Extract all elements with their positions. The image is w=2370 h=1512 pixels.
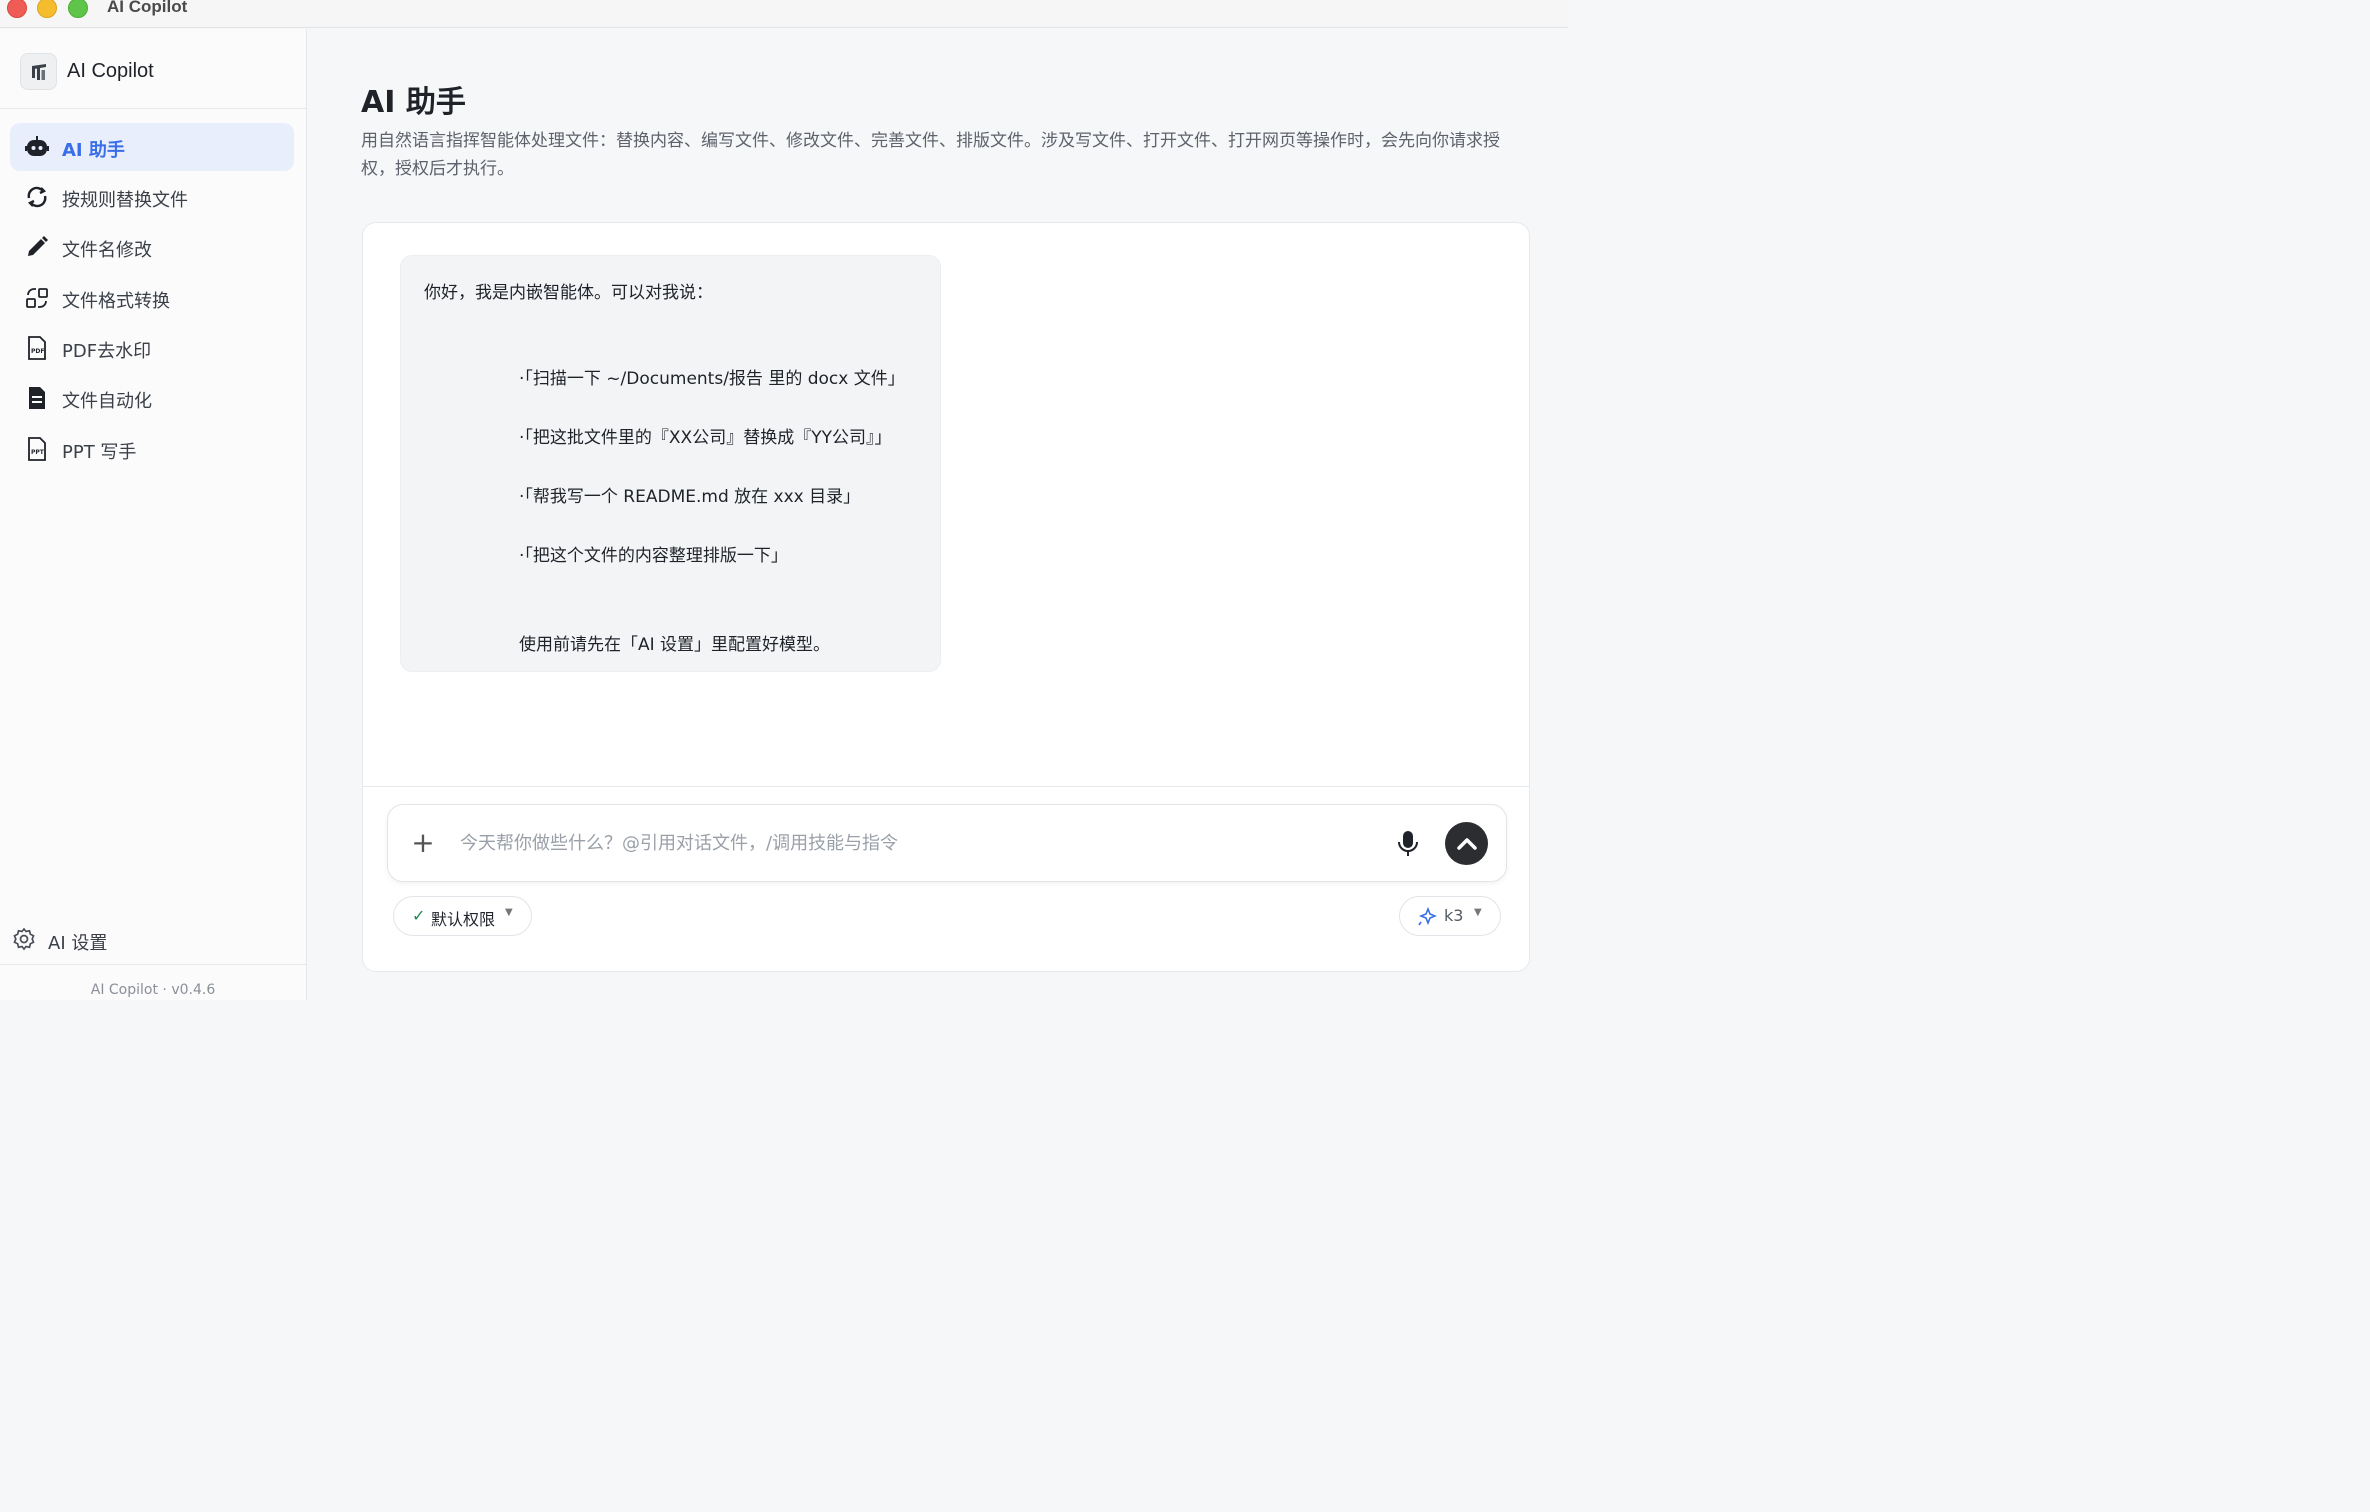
title-bar: AI Copilot [0, 0, 1568, 28]
minimize-window-button[interactable] [37, 0, 57, 18]
sidebar-item-ppt-writer[interactable]: PPT PPT 写手 [10, 425, 294, 473]
brand-name: AI Copilot [67, 60, 154, 82]
chevron-up-icon [1456, 837, 1477, 850]
example-prompt: ·「把这批文件里的『XX公司』替换成『YY公司』」 [519, 428, 892, 448]
main-content: AI 助手 用自然语言指挥智能体处理文件：替换内容、编写文件、修改文件、完善文件… [308, 29, 1568, 1000]
example-prompt: ·「把这个文件的内容整理排版一下」 [519, 546, 788, 566]
chevron-down-icon: ▼ [505, 907, 513, 918]
example-prompt: ·「帮我写一个 README.md 放在 xxx 目录」 [519, 487, 861, 507]
sidebar-item-rename[interactable]: 文件名修改 [10, 223, 294, 271]
pdf-file-icon: PDF [24, 336, 50, 360]
divider [0, 964, 306, 965]
sidebar-item-label: 按规则替换文件 [62, 190, 188, 211]
send-button[interactable] [1445, 822, 1488, 865]
message-greeting: 你好，我是内嵌智能体。可以对我说： [424, 283, 713, 303]
pencil-icon [24, 235, 50, 259]
model-selector[interactable]: k3 ▼ [1399, 896, 1501, 936]
sidebar-item-format-convert[interactable]: 文件格式转换 [10, 274, 294, 322]
permission-dropdown[interactable]: ✓ 默认权限 ▼ [393, 896, 532, 936]
gear-icon [12, 927, 36, 955]
sidebar-item-label: PDF去水印 [62, 341, 152, 362]
sidebar-item-file-automation[interactable]: 文件自动化 [10, 374, 294, 422]
checkmark-icon: ✓ [412, 906, 426, 925]
sparkle-icon [1417, 906, 1438, 931]
ai-settings-button[interactable]: AI 设置 [10, 921, 210, 957]
message-note: 使用前请先在「AI 设置」里配置好模型。 [519, 635, 831, 655]
sidebar-item-label: 文件自动化 [62, 391, 152, 412]
sidebar-item-rule-replace[interactable]: 按规则替换文件 [10, 173, 294, 221]
sidebar-item-ai-assistant[interactable]: AI 助手 [10, 123, 294, 171]
sidebar-item-label: 文件格式转换 [62, 291, 170, 312]
sidebar-item-pdf-watermark[interactable]: PDF PDF去水印 [10, 324, 294, 372]
sidebar: AI Copilot AI 助手 按规则替换文件 文件名修改 文件格式转换 PD… [0, 29, 307, 1000]
window-title: AI Copilot [107, 0, 188, 16]
sidebar-item-label: PPT 写手 [62, 442, 137, 463]
convert-icon [24, 286, 50, 310]
robot-icon [24, 135, 50, 159]
sidebar-item-label: AI 助手 [62, 140, 125, 161]
ai-settings-label: AI 设置 [48, 933, 108, 954]
svg-text:PPT: PPT [31, 449, 45, 456]
maximize-window-button[interactable] [68, 0, 88, 18]
example-prompt: ·「扫描一下 ~/Documents/报告 里的 docx 文件」 [519, 369, 905, 389]
message-composer: + [387, 804, 1507, 882]
brand: AI Copilot [0, 29, 306, 109]
page-description: 用自然语言指挥智能体处理文件：替换内容、编写文件、修改文件、完善文件、排版文件。… [361, 131, 1500, 179]
sidebar-item-label: 文件名修改 [62, 240, 152, 261]
document-icon [24, 386, 50, 410]
svg-text:PDF: PDF [31, 348, 44, 355]
assistant-message: 你好，我是内嵌智能体。可以对我说： ·「扫描一下 ~/Documents/报告 … [400, 255, 941, 672]
message-input[interactable] [460, 825, 1380, 861]
refresh-icon [24, 185, 50, 209]
model-label: k3 [1444, 906, 1464, 925]
microphone-icon[interactable] [1394, 829, 1422, 859]
chat-panel: 你好，我是内嵌智能体。可以对我说： ·「扫描一下 ~/Documents/报告 … [362, 222, 1530, 972]
close-window-button[interactable] [7, 0, 27, 18]
ppt-file-icon: PPT [24, 437, 50, 461]
add-attachment-button[interactable]: + [408, 829, 438, 859]
version-text: AI Copilot · v0.4.6 [90, 982, 216, 998]
app-logo-icon [20, 53, 57, 90]
page-title: AI 助手 [361, 85, 466, 120]
permission-label: 默认权限 [431, 910, 496, 929]
chevron-down-icon: ▼ [1474, 907, 1482, 918]
